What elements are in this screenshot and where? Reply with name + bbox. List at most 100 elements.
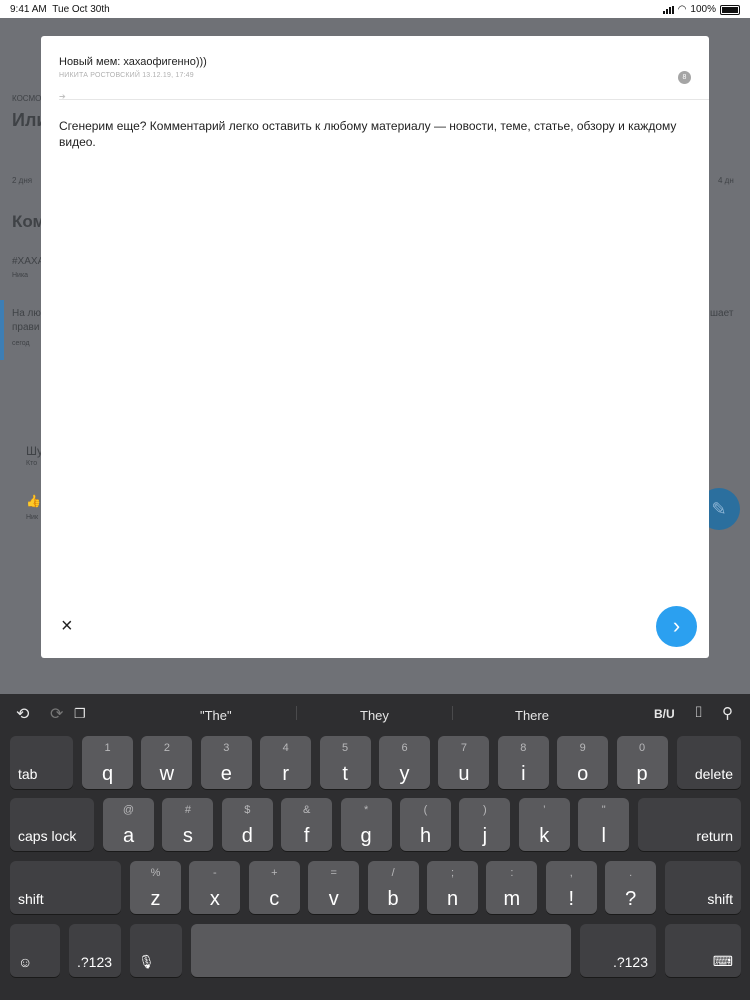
key-label: j [482,825,488,847]
key-label: u [458,763,470,785]
key-m[interactable]: :m [486,861,538,914]
key-r[interactable]: 4r [260,736,312,789]
key-label: shift [707,891,733,907]
battery-icon [720,4,740,15]
key-label: m [503,888,521,910]
bg-tag-meta: Ника [12,272,29,279]
key-secondary-label: 9 [579,742,586,754]
onscreen-keyboard: ⟲ ⟳ ❐ "The" They There B/U ⌷ ⚲ tab 1 q 2 w 3 e… [0,694,750,1000]
attachment-icon[interactable]: ⚲ [722,704,733,722]
key-y[interactable]: 6y [379,736,430,789]
camera-icon[interactable]: ⌷ [694,704,703,721]
key-c[interactable]: + c [248,861,300,914]
bg-comment-right: шает [710,308,734,319]
comment-input[interactable]: Сгенерим еще? Комментарий легко оставить… [59,118,679,150]
emoji-key[interactable]: ☺ [10,924,60,977]
bg-meta-left: 2 дня [12,176,33,185]
key-h[interactable]: (h [400,798,451,851]
key-o[interactable]: 9o [557,736,609,789]
microphone-icon: 🎙︎ [138,954,155,969]
suggestion-1[interactable]: "The" [200,708,232,723]
send-button[interactable]: › [656,606,697,647]
key-n[interactable]: ; n [427,861,478,914]
key-label: k [539,825,550,847]
modal-author-meta: НИКИТА РОСТОВСКИЙ 13.12.19, 17:49 [59,72,194,79]
caps-lock-key[interactable]: caps lock [10,798,94,851]
return-key[interactable]: return [638,798,741,851]
bg-item1-meta: Кто [26,460,38,467]
key-label: q [101,763,114,785]
key-e[interactable]: 3e [200,736,252,789]
key-g[interactable]: * g [340,798,392,851]
key-label: r [282,763,290,785]
shift-left-key[interactable]: shift [10,861,121,914]
bg-meta-right: 4 дн [718,176,734,185]
key-d[interactable]: $ d [221,798,273,851]
key-u[interactable]: 7u [438,736,490,789]
key-b[interactable]: / b [367,861,419,914]
key-secondary-label: ; [450,867,455,879]
key-k[interactable]: ’ k [518,798,570,851]
hide-keyboard-key[interactable]: ⌨ [665,924,741,977]
format-button[interactable]: B/U [654,707,675,721]
key-w[interactable]: 2w [141,736,193,789]
key-x[interactable]: -x [189,861,241,914]
key-secondary-label: / [391,867,395,879]
key-p[interactable]: 0p [616,736,668,789]
key-label: x [209,888,220,910]
bg-tag: #ХАХА [12,256,45,267]
comment-count-badge: 8 [678,71,691,84]
key-secondary-label: 6 [401,742,408,754]
undo-icon[interactable]: ⟲ [16,704,29,724]
key-label: caps lock [18,828,77,844]
bg-comment-text2: прави [12,322,40,333]
key-secondary-label: : [510,867,514,879]
key-label: b [387,888,399,910]
close-icon[interactable]: × [61,616,73,636]
signal-icon [662,5,674,14]
key-![interactable]: ,! [545,861,597,914]
dictation-key[interactable]: 🎙︎ [130,924,182,977]
suggestion-3[interactable]: There [515,708,549,723]
key-i[interactable]: 8i [497,736,549,789]
key-label: ! [568,888,575,910]
space-bar[interactable] [191,924,571,977]
paste-icon[interactable]: ❐ [74,706,86,722]
key-q[interactable]: 1q [82,736,133,789]
status-right: ◠ 100% [662,4,740,15]
key-a[interactable]: @ a [103,798,154,851]
key-t[interactable]: 5t [319,736,371,789]
key-secondary-label: . [629,867,633,879]
key-?[interactable]: .? [605,861,657,914]
key-label: d [241,825,253,847]
key-s[interactable]: # s [162,798,214,851]
key-label: w [159,763,175,785]
key-label: t [342,763,348,785]
suggestion-2[interactable]: They [360,708,389,723]
key-v[interactable]: = v [308,861,360,914]
key-label: l [601,825,606,847]
redo-icon[interactable]: ⟳ [50,704,63,724]
key-secondary-label: 7 [460,742,467,754]
key-label: o [577,763,589,785]
key-label: g [360,825,372,847]
key-secondary-label: $ [244,804,251,816]
key-secondary-label: ( [423,804,428,816]
shift-right-key[interactable]: shift [665,861,741,914]
numbers-key-left[interactable]: .?123 [69,924,121,977]
key-secondary-label: " [601,804,606,816]
numbers-key-right[interactable]: .?123 [580,924,656,977]
delete-key[interactable]: delete [677,736,741,789]
keyboard-toolbar: ⟲ ⟳ ❐ "The" They There B/U ⌷ ⚲ [0,694,750,734]
key-l[interactable]: " l [578,798,630,851]
suggestion-divider [452,706,453,720]
status-date: Tue Oct 30th [52,4,110,15]
tab-key[interactable]: tab [10,736,73,789]
key-j[interactable]: ) j [459,798,511,851]
key-z[interactable]: % z [130,861,181,914]
key-secondary-label: * [363,804,369,816]
key-label: delete [694,766,733,782]
key-secondary-label: 5 [342,742,349,754]
key-secondary-label: # [184,804,191,816]
key-f[interactable]: & f [281,798,333,851]
